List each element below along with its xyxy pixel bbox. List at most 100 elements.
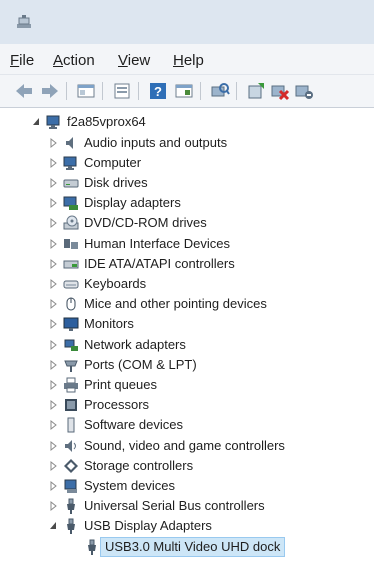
tree-item-label: Monitors — [84, 316, 134, 332]
tree-item-label: Sound, video and game controllers — [84, 437, 285, 453]
tree-item[interactable]: Monitors — [0, 314, 374, 334]
expand-arrow-icon[interactable] — [49, 294, 59, 314]
uninstall-device-icon[interactable] — [270, 81, 290, 101]
display-adapter-icon — [63, 195, 79, 211]
collapse-arrow-icon[interactable] — [49, 516, 59, 536]
ide-controller-icon — [63, 256, 79, 272]
tree-item-label: DVD/CD-ROM drives — [84, 215, 207, 231]
tree-item-label: Print queues — [84, 376, 157, 392]
system-device-icon — [63, 478, 79, 494]
tree-item[interactable]: Storage controllers — [0, 456, 374, 476]
device-manager-icon — [17, 15, 31, 28]
expand-arrow-icon[interactable] — [49, 173, 59, 193]
tree-item-label: Disk drives — [84, 174, 148, 190]
expand-arrow-icon[interactable] — [49, 415, 59, 435]
tree-item[interactable]: Network adapters — [0, 335, 374, 355]
processor-icon — [63, 397, 79, 413]
tree-item-label: Display adapters — [84, 195, 181, 211]
tree-item[interactable]: USB Display Adapters — [0, 516, 374, 536]
svg-text:?: ? — [154, 84, 162, 99]
disable-device-icon[interactable] — [294, 81, 314, 101]
expand-arrow-icon[interactable] — [49, 395, 59, 415]
tree-item[interactable]: Software devices — [0, 415, 374, 435]
storage-controller-icon — [63, 458, 79, 474]
expand-arrow-icon[interactable] — [49, 274, 59, 294]
dvd-drive-icon — [63, 215, 79, 231]
disk-drive-icon — [63, 175, 79, 191]
expand-arrow-icon[interactable] — [49, 476, 59, 496]
expand-arrow-icon[interactable] — [49, 375, 59, 395]
back-icon[interactable] — [14, 81, 34, 101]
expand-arrow-icon[interactable] — [49, 254, 59, 274]
menu-bar: File Action View Help — [0, 44, 374, 75]
expand-arrow-icon[interactable] — [49, 234, 59, 254]
computer-icon — [46, 114, 62, 130]
tree-item[interactable]: IDE ATA/ATAPI controllers — [0, 254, 374, 274]
tree-item[interactable]: Computer — [0, 153, 374, 173]
expand-arrow-icon[interactable] — [49, 193, 59, 213]
tree-item[interactable]: Keyboards — [0, 274, 374, 294]
printer-icon — [63, 377, 79, 393]
tree-item[interactable]: Mice and other pointing devices — [0, 294, 374, 314]
expand-arrow-icon[interactable] — [49, 355, 59, 375]
expand-arrow-icon[interactable] — [49, 133, 59, 153]
tree-root[interactable]: f2a85vprox64 — [0, 112, 374, 132]
tree-item[interactable]: Disk drives — [0, 173, 374, 193]
expand-arrow-icon[interactable] — [49, 153, 59, 173]
tree-item-label: Mice and other pointing devices — [84, 296, 267, 312]
port-icon — [63, 357, 79, 373]
menu-help[interactable]: Help — [173, 52, 204, 69]
mouse-icon — [63, 296, 79, 312]
tree-item-label: Storage controllers — [84, 457, 194, 473]
device-tree[interactable]: f2a85vprox64 Audio inputs and outputs Comp… — [0, 108, 374, 564]
expand-arrow-icon[interactable] — [49, 314, 59, 334]
expand-arrow-icon[interactable] — [49, 496, 59, 516]
hid-icon — [63, 236, 79, 252]
tree-item[interactable]: Audio inputs and outputs — [0, 133, 374, 153]
tree-item-label: Ports (COM & LPT) — [84, 356, 197, 372]
tree-item-label: USB3.0 Multi Video UHD dock — [100, 536, 286, 557]
expand-arrow-icon[interactable] — [49, 213, 59, 233]
tree-item-label: Audio inputs and outputs — [84, 134, 228, 150]
tree-item[interactable]: Ports (COM & LPT) — [0, 355, 374, 375]
properties-icon[interactable] — [112, 81, 132, 101]
tree-item-label: Human Interface Devices — [84, 235, 230, 251]
tree-item-label: Keyboards — [84, 275, 147, 291]
show-action-pane-icon[interactable] — [174, 81, 194, 101]
menu-view[interactable]: View — [118, 52, 150, 69]
tree-item-label: Computer — [84, 154, 142, 170]
software-device-icon — [63, 417, 79, 433]
usb-icon — [84, 539, 100, 555]
tree-item-label: System devices — [84, 477, 176, 493]
sound-icon — [63, 438, 79, 454]
tree-item[interactable]: System devices — [0, 476, 374, 496]
update-driver-icon[interactable] — [246, 81, 266, 101]
expand-arrow-icon[interactable] — [49, 335, 59, 355]
tree-item[interactable]: Print queues — [0, 375, 374, 395]
tree-item[interactable]: Sound, video and game controllers — [0, 436, 374, 456]
speaker-icon — [63, 135, 79, 151]
collapse-arrow-icon[interactable] — [32, 112, 42, 132]
tree-item[interactable]: Display adapters — [0, 193, 374, 213]
tree-item[interactable]: DVD/CD-ROM drives — [0, 213, 374, 233]
tree-item-label: Software devices — [84, 417, 183, 433]
tree-item-label: Processors — [84, 397, 150, 413]
forward-icon[interactable] — [40, 81, 60, 101]
title-bar — [0, 0, 374, 44]
tree-item-selected[interactable]: USB3.0 Multi Video UHD dock — [0, 536, 374, 557]
monitor-icon — [63, 316, 79, 332]
tree-item[interactable]: Human Interface Devices — [0, 234, 374, 254]
help-icon[interactable]: ? — [148, 81, 168, 101]
keyboard-icon — [63, 276, 79, 292]
scan-hardware-icon[interactable] — [210, 81, 230, 101]
show-hide-console-tree-icon[interactable] — [76, 81, 96, 101]
menu-file[interactable]: File — [10, 52, 34, 69]
tree-item[interactable]: Universal Serial Bus controllers — [0, 496, 374, 516]
expand-arrow-icon[interactable] — [49, 436, 59, 456]
toolbar: ? — [0, 75, 374, 108]
tree-item-label: USB Display Adapters — [84, 518, 212, 534]
tree-item[interactable]: Processors — [0, 395, 374, 415]
expand-arrow-icon[interactable] — [49, 456, 59, 476]
menu-action[interactable]: Action — [53, 52, 95, 69]
usb-icon — [63, 498, 79, 515]
